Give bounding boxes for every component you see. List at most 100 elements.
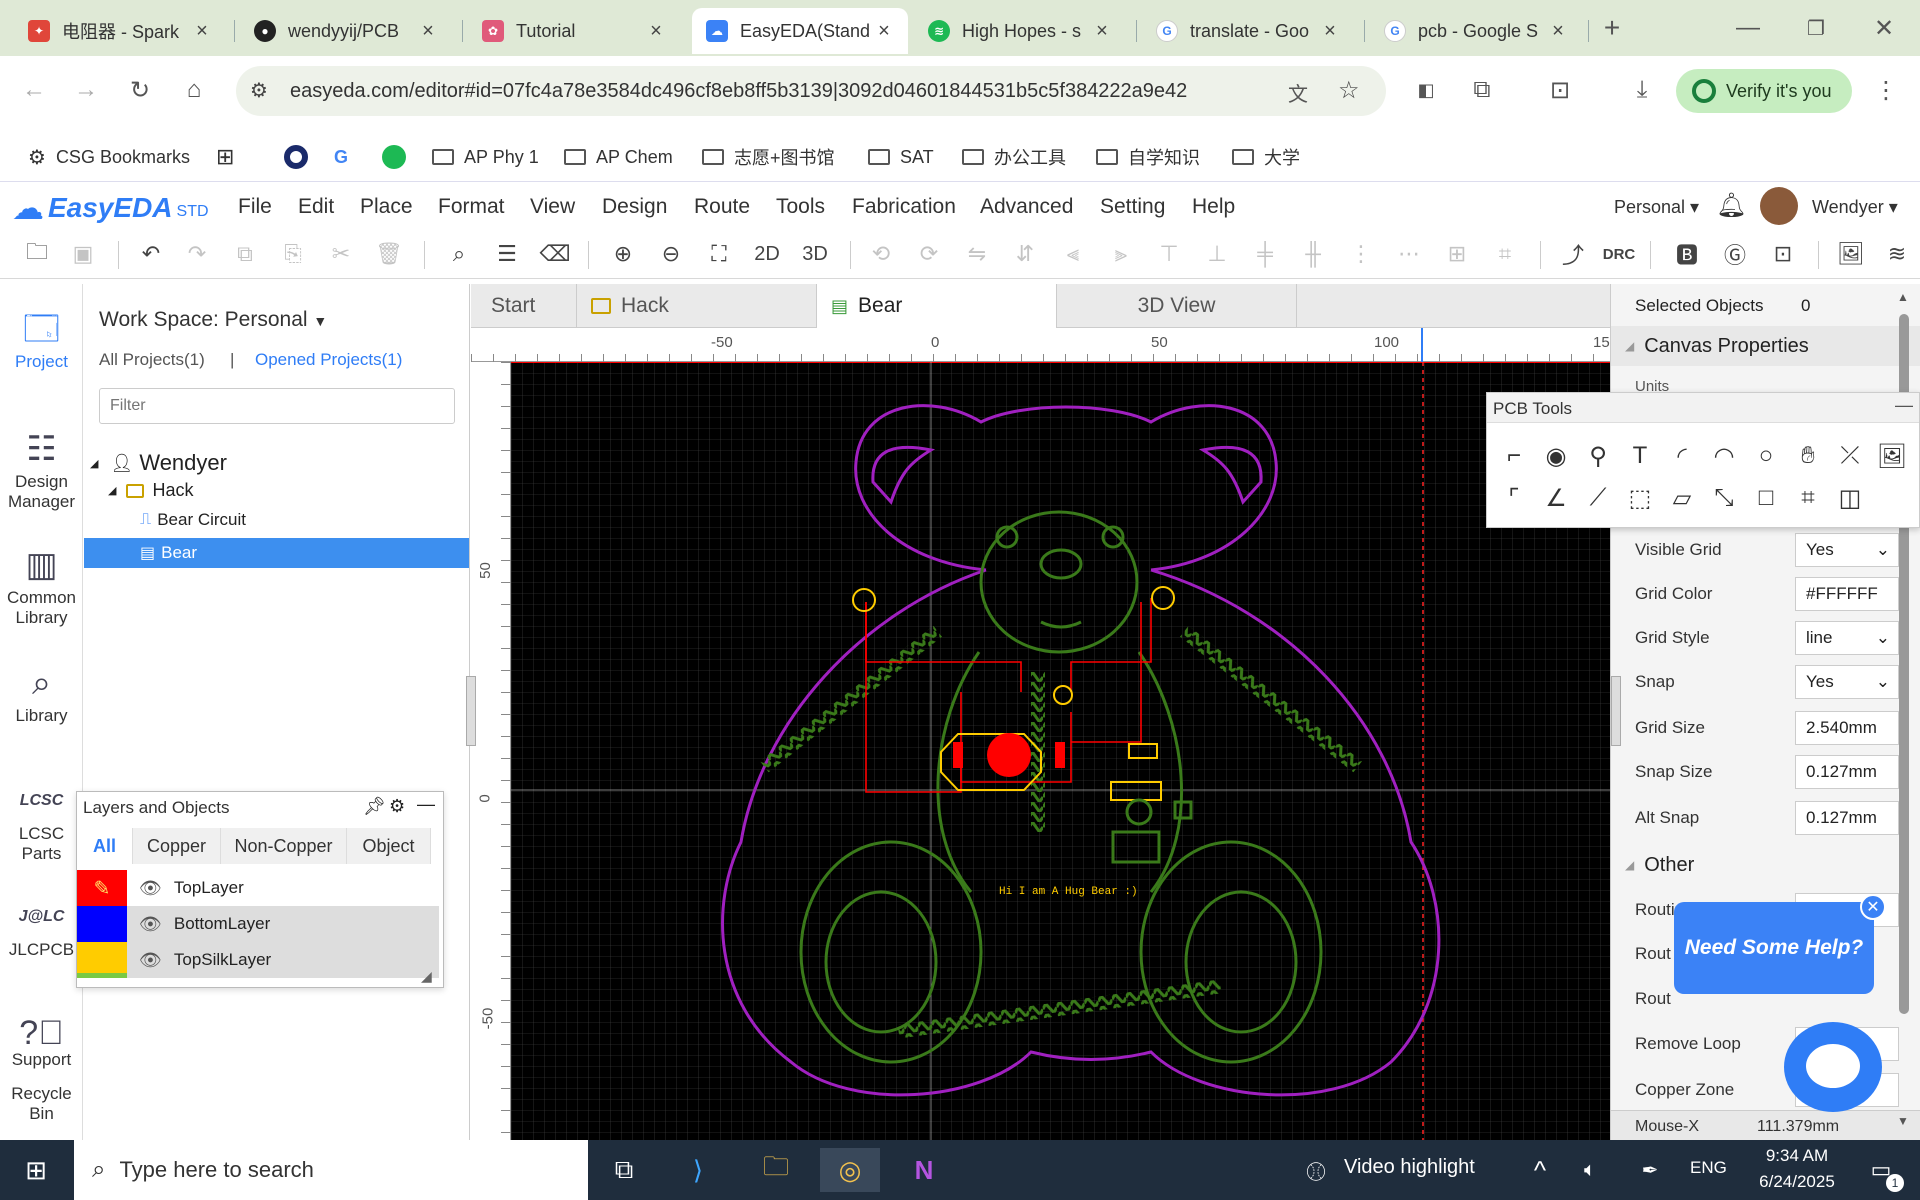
delete-icon[interactable]: 🗑︎: [372, 239, 406, 269]
bookmark-folder[interactable]: 大学: [1232, 140, 1300, 174]
eye-icon[interactable]: 👁︎: [139, 878, 162, 899]
browser-tab[interactable]: ● wendyyij/PCB ×: [240, 8, 452, 54]
eye-icon[interactable]: 👁︎: [139, 914, 162, 935]
need-help-popup[interactable]: Need Some Help?: [1674, 902, 1874, 994]
pick-place-icon[interactable]: ⊡: [1766, 239, 1800, 269]
menu-file[interactable]: File: [238, 195, 272, 219]
hand-icon[interactable]: ✋︎: [1791, 439, 1825, 473]
reader-icon[interactable]: ◧: [1406, 70, 1446, 110]
notification-bell-icon[interactable]: 🔔︎: [1716, 191, 1746, 220]
easyeda-logo[interactable]: ☁ EasyEDA STD: [12, 189, 209, 227]
undo-icon[interactable]: ↶: [134, 239, 168, 269]
layer-color-swatch[interactable]: [77, 906, 127, 942]
measure-icon[interactable]: ⤡: [1707, 481, 1741, 515]
bom-icon[interactable]: 🅱︎: [1670, 239, 1704, 269]
alt-snap-input[interactable]: 0.127mm: [1795, 801, 1899, 835]
rail-design-manager[interactable]: ☷ Design Manager: [0, 426, 83, 512]
bookmark-folder[interactable]: 自学知识: [1096, 140, 1200, 174]
search-tabs-icon[interactable]: ⊡: [1540, 70, 1580, 110]
import-icon[interactable]: ⤴: [1556, 239, 1590, 269]
bookmark-o-icon[interactable]: [284, 140, 308, 174]
workspace-dropdown[interactable]: Work Space: Personal ▼: [99, 308, 327, 332]
close-help-icon[interactable]: ✕: [1860, 894, 1886, 920]
find-list-icon[interactable]: ☰: [490, 239, 524, 269]
align-bottom-icon[interactable]: ⊥: [1200, 239, 1234, 269]
grid-style-select[interactable]: line ⌄: [1795, 621, 1899, 655]
drc-button[interactable]: DRC: [1602, 239, 1636, 269]
resize-handle-icon[interactable]: ◢: [421, 968, 432, 985]
browser-tab[interactable]: ≋ High Hopes - s ×: [914, 8, 1126, 54]
align-right-icon[interactable]: ⫸: [1104, 239, 1138, 269]
fit-view-icon[interactable]: ⛶: [702, 239, 736, 269]
layer-color-swatch[interactable]: [77, 942, 127, 978]
save-icon[interactable]: ▣: [66, 239, 100, 269]
browser-tab[interactable]: G translate - Goo ×: [1142, 8, 1354, 54]
reload-icon[interactable]: ↻: [120, 70, 160, 110]
rect-icon[interactable]: □: [1749, 481, 1783, 515]
menu-tools[interactable]: Tools: [776, 195, 825, 219]
site-info-icon[interactable]: ⚙: [250, 78, 268, 103]
chrome-icon[interactable]: ◎: [820, 1148, 880, 1192]
eraser-icon[interactable]: ⌫: [538, 239, 572, 269]
distribute-v-icon[interactable]: ⋯: [1392, 239, 1426, 269]
pad-icon[interactable]: ◉: [1539, 439, 1573, 473]
search-icon[interactable]: ⌕: [442, 239, 476, 269]
other-header[interactable]: ◢ Other: [1611, 846, 1920, 884]
canvas-properties-header[interactable]: ◢ Canvas Properties: [1611, 326, 1920, 366]
bookmark-star-icon[interactable]: ☆: [1338, 76, 1360, 105]
grid-size-input[interactable]: 2.540mm: [1795, 711, 1899, 745]
browser-tab[interactable]: ✦ 电阻器 - Spark ×: [14, 8, 226, 54]
translate-icon[interactable]: 文: [1288, 78, 1308, 107]
menu-advanced[interactable]: Advanced: [980, 195, 1073, 219]
menu-format[interactable]: Format: [438, 195, 505, 219]
apps-grid-icon[interactable]: ⊞: [216, 140, 234, 174]
onenote-icon[interactable]: N: [894, 1148, 954, 1192]
dimension-icon[interactable]: ⌜: [1497, 481, 1531, 515]
menu-setting[interactable]: Setting: [1100, 195, 1165, 219]
clock-time[interactable]: 9:34 AM: [1752, 1146, 1842, 1166]
video-highlight-label[interactable]: Video highlight: [1344, 1156, 1475, 1179]
task-view-icon[interactable]: ⧉: [594, 1148, 654, 1192]
close-window-icon[interactable]: ✕: [1864, 8, 1904, 48]
connect-pad-icon[interactable]: ⤫: [1833, 439, 1867, 473]
file-explorer-icon[interactable]: 🗀︎: [746, 1148, 806, 1192]
home-icon[interactable]: ⌂: [174, 70, 214, 110]
bookmark-folder[interactable]: AP Chem: [564, 140, 673, 174]
close-tab-icon[interactable]: ×: [192, 20, 212, 43]
panel-collapse-handle[interactable]: [466, 676, 476, 746]
all-projects-link[interactable]: All Projects(1): [99, 350, 205, 370]
align-center-h-icon[interactable]: ╫: [1296, 239, 1330, 269]
bookmark-folder[interactable]: 办公工具: [962, 140, 1066, 174]
doc-tab-3d-view[interactable]: 3D View: [1057, 284, 1297, 328]
bookmark-spotify-icon[interactable]: [382, 140, 406, 174]
doc-tab-hack[interactable]: Hack: [577, 284, 817, 328]
restore-icon[interactable]: ❐: [1796, 8, 1836, 48]
scroll-down-icon[interactable]: ▼: [1897, 1114, 1911, 1128]
doc-tab-start[interactable]: Start: [471, 284, 577, 328]
more-menu-icon[interactable]: ⋮: [1866, 70, 1906, 110]
cut-icon[interactable]: ✂: [324, 239, 358, 269]
minimize-icon[interactable]: —: [1728, 8, 1768, 48]
browser-tab[interactable]: G pcb - Google S ×: [1370, 8, 1582, 54]
back-icon[interactable]: ←: [14, 70, 54, 110]
image-icon[interactable]: 🖼︎: [1875, 439, 1909, 473]
gear-icon[interactable]: ⚙: [389, 796, 405, 817]
layers-tab-object[interactable]: Object: [347, 828, 431, 864]
expand-icon[interactable]: ◢: [108, 484, 116, 497]
snap-select[interactable]: Yes ⌄: [1795, 665, 1899, 699]
align-center-v-icon[interactable]: ╪: [1248, 239, 1282, 269]
zoom-out-icon[interactable]: ⊖: [654, 239, 688, 269]
rail-project[interactable]: 🗔︎ Project: [0, 306, 83, 372]
tree-item-bear-circuit[interactable]: ⎍ Bear Circuit: [140, 510, 246, 530]
right-panel-collapse-handle[interactable]: [1611, 676, 1621, 746]
snap-grid-icon[interactable]: ⌗: [1488, 239, 1522, 269]
new-tab-button[interactable]: +: [1592, 8, 1632, 48]
url-text[interactable]: easyeda.com/editor#id=07fc4a78e3584dc496…: [290, 80, 1187, 103]
browser-tab-active[interactable]: ☁ EasyEDA(Stand ×: [692, 8, 908, 54]
close-tab-icon[interactable]: ×: [874, 20, 894, 43]
rotate-left-icon[interactable]: ⟲: [864, 239, 898, 269]
flip-v-icon[interactable]: ⇵: [1008, 239, 1042, 269]
menu-place[interactable]: Place: [360, 195, 413, 219]
pen-icon[interactable]: ✒: [1630, 1148, 1670, 1192]
zoom-in-icon[interactable]: ⊕: [606, 239, 640, 269]
